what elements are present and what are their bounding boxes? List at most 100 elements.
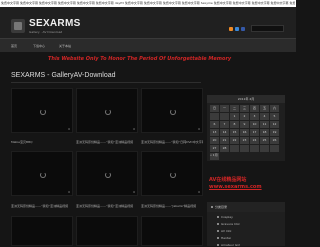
- calendar-day[interactable]: 21: [220, 137, 229, 144]
- site-subtitle: Gallery · AV Download: [29, 30, 63, 34]
- post-caption[interactable]: 亚洲无码原创精品——“我和”日韩DVD中文字幕精品: [141, 140, 203, 144]
- calendar-day[interactable]: 9: [240, 121, 249, 128]
- calendar-day[interactable]: 28: [220, 145, 229, 152]
- logo-icon[interactable]: [11, 19, 25, 33]
- bullet-icon: [211, 206, 213, 208]
- calendar-weekday: 五: [260, 105, 269, 112]
- calendar-weekday: 一: [220, 105, 229, 112]
- bullet-icon: [217, 230, 219, 232]
- post-caption[interactable]: 亚洲无码原创精品——“我和”亚洲精品视频: [76, 140, 138, 144]
- twitter-icon[interactable]: [235, 27, 239, 31]
- marquee-text: This Website Only To Honor The Period Of…: [48, 56, 232, 62]
- loading-icon: [105, 172, 111, 178]
- calendar-day[interactable]: [230, 145, 239, 152]
- calendar-day[interactable]: [260, 145, 269, 152]
- calendar-day[interactable]: 22: [230, 137, 239, 144]
- post-thumbnail[interactable]: [141, 216, 203, 246]
- loading-icon: [170, 172, 176, 178]
- calendar-day[interactable]: 15: [230, 129, 239, 136]
- category-item[interactable]: AV Idol: [221, 229, 231, 233]
- calendar-day[interactable]: 13: [210, 129, 219, 136]
- top-strip-text[interactable]: 免费中文字幕 免费中文字幕 免费中文字幕 免费中文字幕 免费中文字幕 免费中文字…: [1, 0, 295, 7]
- title-divider: [11, 82, 201, 83]
- calendar-day[interactable]: 5: [270, 113, 279, 120]
- comment-count: 0: [198, 190, 200, 194]
- loading-icon: [40, 172, 46, 178]
- bullet-icon: [217, 223, 219, 225]
- post-thumbnail[interactable]: 0: [11, 151, 73, 196]
- top-strip: 免费中文字幕 免费中文字幕 免费中文字幕 免费中文字幕 免费中文字幕 免费中文字…: [0, 0, 296, 7]
- calendar-day[interactable]: 2: [240, 113, 249, 120]
- calendar-day[interactable]: 23: [240, 137, 249, 144]
- post-thumbnail[interactable]: 0: [76, 88, 138, 133]
- calendar-weekday: 日: [210, 105, 219, 112]
- ad-link[interactable]: www.sexarms.com: [209, 184, 262, 190]
- calendar-day[interactable]: 11: [260, 121, 269, 128]
- calendar-day[interactable]: 26: [270, 137, 279, 144]
- rss-icon[interactable]: [229, 27, 233, 31]
- calendar-weekday: 四: [250, 105, 259, 112]
- page-title: SEXARMS - GalleryAV-Download: [11, 72, 116, 79]
- bullet-icon: [217, 216, 219, 218]
- marquee-banner: This Website Only To Honor The Period Of…: [0, 52, 296, 65]
- bullet-icon: [217, 237, 219, 239]
- post-caption[interactable]: Mabie宝贝BBQ: [11, 140, 73, 144]
- calendar-day[interactable]: 14: [220, 129, 229, 136]
- calendar-day[interactable]: [210, 113, 219, 120]
- calendar-grid: 日一二三四五六 1 2 3 4 5 6 7 8 9 10 11 12 13 14 15 16 17 18 19 20 21…: [210, 105, 279, 160]
- post-caption[interactable]: 亚洲无码原创精品——“我和”亚洲精品视频: [76, 204, 138, 208]
- post-caption[interactable]: 亚洲无码原创精品——“Jabella”精品视频: [141, 204, 203, 208]
- post-caption[interactable]: 亚洲无码原创精品——“我和”亚洲精品视频: [11, 204, 73, 208]
- calendar-weekday: 二: [230, 105, 239, 112]
- calendar-day[interactable]: 7: [220, 121, 229, 128]
- calendar-day[interactable]: 4: [260, 113, 269, 120]
- calendar-day[interactable]: 18: [260, 129, 269, 136]
- site-title[interactable]: SEXARMS: [29, 18, 81, 29]
- loading-icon: [40, 109, 46, 115]
- category-item[interactable]: Hentai: [221, 236, 231, 240]
- category-item[interactable]: Gravure Idol: [221, 222, 240, 226]
- calendar-day[interactable]: 8: [230, 121, 239, 128]
- calendar-day[interactable]: [240, 145, 249, 152]
- nav-item-about[interactable]: 关于本站: [59, 44, 71, 48]
- post-thumbnail[interactable]: [11, 216, 73, 246]
- loading-icon: [105, 109, 111, 115]
- calendar-month: 2011年 2月: [207, 95, 285, 103]
- calendar-day[interactable]: 17: [250, 129, 259, 136]
- calendar-day[interactable]: 25: [260, 137, 269, 144]
- ad-title[interactable]: AV在线精品网站: [209, 176, 246, 183]
- nav-item-download[interactable]: 下载中心: [33, 44, 45, 48]
- calendar-day[interactable]: 16: [240, 129, 249, 136]
- post-thumbnail[interactable]: 0: [141, 151, 203, 196]
- category-item[interactable]: Amateur Girl: [221, 243, 240, 247]
- calendar-day[interactable]: 6: [210, 121, 219, 128]
- post-thumbnail[interactable]: 0: [141, 88, 203, 133]
- post-thumbnail[interactable]: 0: [76, 151, 138, 196]
- calendar-day[interactable]: 27: [210, 145, 219, 152]
- calendar-weekday: 六: [270, 105, 279, 112]
- calendar-prev-link[interactable]: « 1月: [210, 153, 218, 157]
- calendar-day[interactable]: 1: [230, 113, 239, 120]
- calendar-day[interactable]: [220, 113, 229, 120]
- social-icons: [229, 27, 245, 31]
- calendar-day[interactable]: 20: [210, 137, 219, 144]
- comment-count: 0: [133, 127, 135, 131]
- categories-header: 分类目录: [207, 202, 285, 212]
- facebook-icon[interactable]: [241, 27, 245, 31]
- post-thumbnail[interactable]: 0: [11, 88, 73, 133]
- category-item[interactable]: Cosplay: [221, 215, 233, 219]
- main-nav: 首页 下载中心 关于本站: [0, 38, 296, 53]
- calendar-day[interactable]: 10: [250, 121, 259, 128]
- search-input[interactable]: [251, 25, 284, 32]
- calendar-day[interactable]: 3: [250, 113, 259, 120]
- calendar-day[interactable]: [250, 145, 259, 152]
- calendar-day[interactable]: 12: [270, 121, 279, 128]
- calendar-day[interactable]: 19: [270, 129, 279, 136]
- post-thumbnail[interactable]: [76, 216, 138, 246]
- calendar-day[interactable]: [270, 145, 279, 152]
- calendar-day[interactable]: 24: [250, 137, 259, 144]
- categories-widget: 分类目录 Cosplay Gravure Idol AV Idol Hentai…: [207, 202, 285, 247]
- calendar-widget: 2011年 2月 日一二三四五六 1 2 3 4 5 6 7 8 9 10 11 12 13 14 15 16 1…: [207, 95, 285, 161]
- loading-icon: [170, 109, 176, 115]
- nav-item-home[interactable]: 首页: [11, 44, 17, 48]
